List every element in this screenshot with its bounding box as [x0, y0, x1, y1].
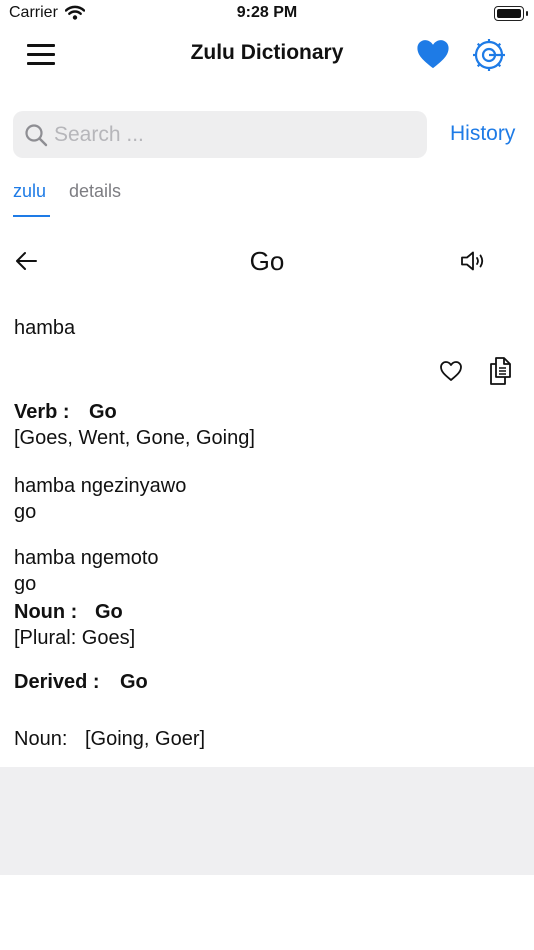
translation-text: hamba: [14, 317, 76, 339]
search-bar[interactable]: [13, 111, 427, 158]
derived-label: Derived :: [14, 671, 100, 693]
noun-label: Noun :: [14, 601, 78, 623]
favorites-button[interactable]: [416, 38, 450, 70]
battery-icon: [494, 6, 528, 21]
copy-icon: [490, 357, 511, 385]
app-title: Zulu Dictionary: [190, 41, 344, 64]
speaker-icon: [461, 251, 484, 271]
verb-word: Go: [89, 401, 117, 423]
noun-word: Go: [95, 601, 123, 623]
gear-icon: [473, 39, 505, 71]
example-zulu: hamba ngezinyawo: [14, 475, 187, 497]
status-time: 9:28 PM: [236, 4, 298, 21]
derived-noun-forms: [Going, Goer]: [85, 728, 206, 750]
copy-button[interactable]: [488, 356, 514, 386]
status-bar: Carrier 9:28 PM: [0, 0, 534, 28]
heart-filled-icon: [417, 40, 449, 69]
derived-noun-label: Noun:: [14, 728, 68, 750]
footer-panel: [0, 767, 534, 875]
search-input[interactable]: [54, 111, 414, 158]
tab-zulu[interactable]: zulu: [13, 181, 46, 202]
example-english: go: [14, 501, 37, 523]
active-tab-indicator: [13, 215, 50, 217]
settings-button[interactable]: [471, 37, 507, 73]
noun-plural: [Plural: Goes]: [14, 627, 136, 649]
history-button[interactable]: History: [450, 122, 515, 146]
heart-outline-icon: [440, 361, 462, 381]
pronounce-button[interactable]: [459, 249, 487, 273]
example-zulu: hamba ngemoto: [14, 547, 159, 569]
verb-label: Verb :: [14, 401, 70, 423]
example-english: go: [14, 573, 37, 595]
search-icon: [25, 124, 48, 147]
add-favorite-button[interactable]: [439, 359, 463, 383]
verb-forms: [Goes, Went, Gone, Going]: [14, 427, 255, 449]
word-title: Go: [249, 246, 285, 276]
derived-word: Go: [120, 671, 148, 693]
tab-details[interactable]: details: [69, 181, 121, 202]
